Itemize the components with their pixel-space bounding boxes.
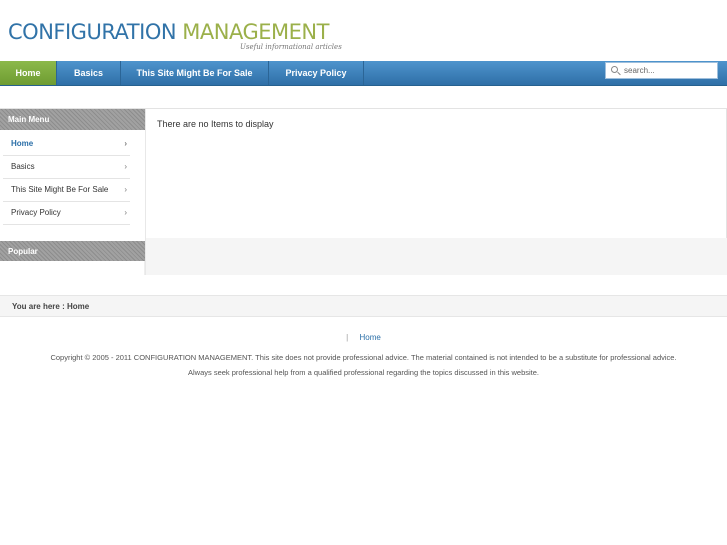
main-content: There are no Items to display — [145, 109, 727, 275]
breadcrumb: You are here : Home — [0, 295, 727, 317]
main-menu-title: Main Menu — [0, 109, 145, 130]
copyright-line-2: Always seek professional help from a qua… — [187, 368, 540, 377]
sidebar: Main Menu Home › Basics › This Site Migh… — [0, 109, 145, 275]
popular-title: Popular — [0, 241, 145, 262]
popular-module-body — [0, 261, 145, 275]
search-input[interactable] — [624, 64, 716, 77]
nav-item-site-for-sale[interactable]: This Site Might Be For Sale — [121, 61, 269, 85]
logo-word-configuration: CONFIGURATION — [8, 20, 177, 44]
footer-links: | Home — [0, 333, 727, 342]
search-icon — [611, 66, 618, 73]
empty-items-message: There are no Items to display — [157, 119, 274, 129]
main-menu: Home › Basics › This Site Might Be For S… — [3, 133, 130, 225]
main-nav: Home Basics This Site Might Be For Sale … — [0, 61, 727, 86]
sidebar-item-home[interactable]: Home › — [3, 133, 130, 156]
main-content-footer-band — [146, 238, 727, 275]
logo-word-management: MANAGEMENT — [182, 20, 329, 44]
site-logo[interactable]: CONFIGURATION MANAGEMENT — [8, 20, 329, 44]
nav-item-privacy-policy[interactable]: Privacy Policy — [269, 61, 364, 85]
content-area: Main Menu Home › Basics › This Site Migh… — [0, 108, 727, 275]
sidebar-item-label: Basics — [11, 162, 35, 171]
site-header: CONFIGURATION MANAGEMENT Useful informat… — [0, 0, 727, 61]
sidebar-item-privacy-policy[interactable]: Privacy Policy › — [3, 202, 130, 225]
chevron-right-icon: › — [124, 185, 127, 194]
footer-link-home[interactable]: Home — [359, 333, 380, 342]
chevron-right-icon: › — [124, 208, 127, 217]
footer-separator: | — [346, 333, 349, 342]
chevron-right-icon: › — [124, 139, 127, 148]
sidebar-item-label: This Site Might Be For Sale — [11, 185, 109, 194]
site-tagline: Useful informational articles — [240, 43, 342, 51]
nav-item-home[interactable]: Home — [0, 61, 57, 85]
sidebar-item-label: Home — [11, 139, 34, 148]
sidebar-item-basics[interactable]: Basics › — [3, 156, 130, 179]
chevron-right-icon: › — [124, 162, 127, 171]
sidebar-item-site-for-sale[interactable]: This Site Might Be For Sale › — [3, 179, 130, 202]
sidebar-item-label: Privacy Policy — [11, 208, 61, 217]
nav-item-basics[interactable]: Basics — [57, 61, 121, 85]
copyright-notice: Copyright © 2005 - 2011 CONFIGURATION MA… — [8, 350, 719, 380]
search-box — [605, 62, 718, 79]
copyright-line-1: Copyright © 2005 - 2011 CONFIGURATION MA… — [50, 353, 677, 362]
